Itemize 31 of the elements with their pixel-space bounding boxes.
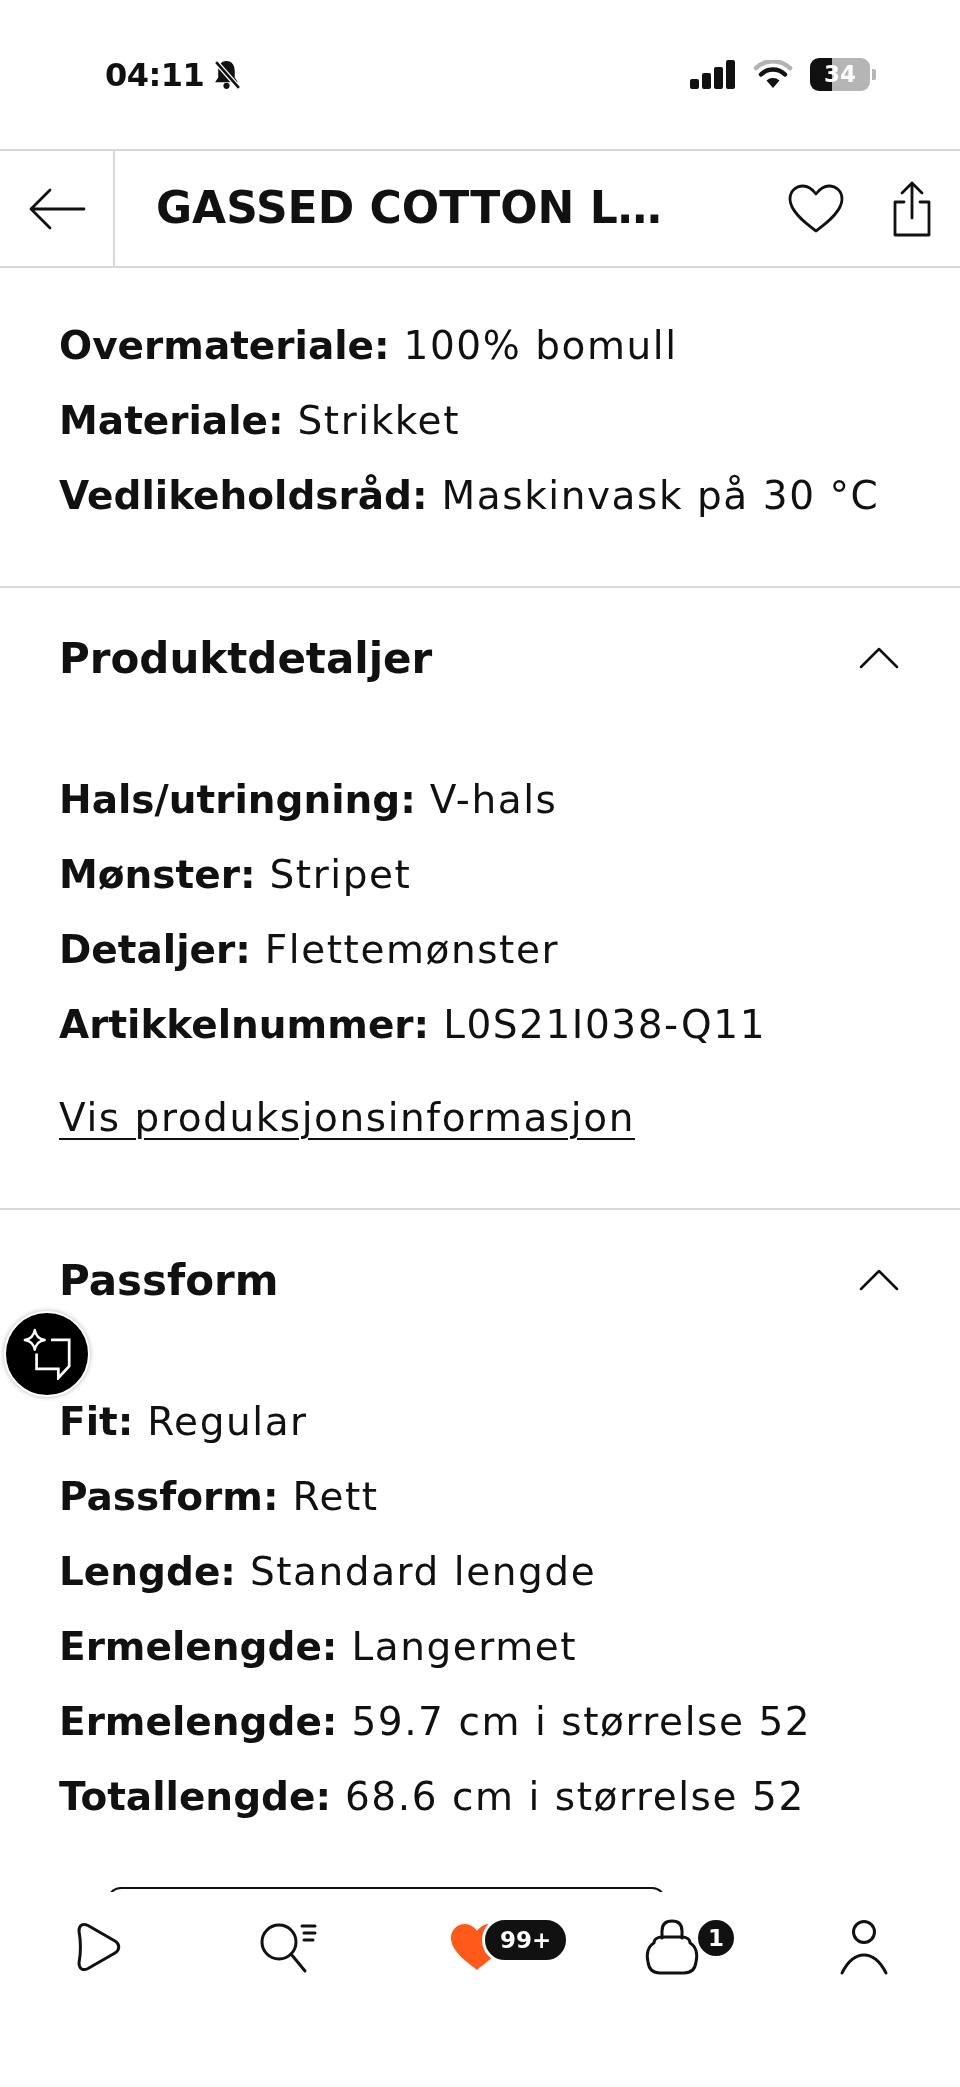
count-badge: 1 <box>695 1917 737 1959</box>
status-time: 04:11 <box>105 58 205 91</box>
spec-line: Detaljer: Flettemønster <box>59 926 561 974</box>
spec-line: Lengde: Standard lengde <box>59 1548 598 1596</box>
heart-icon <box>787 183 845 234</box>
signal-icon <box>690 60 736 89</box>
bag-icon <box>644 1918 700 1976</box>
spec-line: Passform: Rett <box>59 1473 380 1521</box>
spec-line: Fit: Regular <box>59 1398 309 1446</box>
product-title: GASSED COTTON L… <box>156 182 663 235</box>
bell-slash-icon <box>212 59 243 90</box>
spec-line: Ermelengde: 59.7 cm i størrelse 52 <box>59 1698 813 1746</box>
spec-line: Overmateriale: 100% bomull <box>59 322 679 370</box>
nav-tab[interactable]: 1 <box>576 1918 768 1976</box>
section-toggle[interactable]: Produktdetaljer <box>59 628 899 688</box>
spec-line: Hals/utringning: V-hals <box>59 776 559 824</box>
spec-line: Artikkelnummer: L0S21I038-Q11 <box>59 1001 768 1049</box>
spec-line: Totallengde: 68.6 cm i størrelse 52 <box>59 1773 806 1821</box>
back-arrow-icon <box>27 186 86 231</box>
nav-tab[interactable]: 99+ <box>384 1918 576 1976</box>
spec-line: Vedlikeholdsråd: Maskinvask på 30 °C <box>59 472 881 520</box>
spec-line: Materiale: Strikket <box>59 397 461 445</box>
person-icon <box>839 1918 889 1976</box>
section-toggle[interactable]: Passform <box>59 1250 899 1310</box>
favorite-button[interactable] <box>787 183 845 234</box>
wifi-icon <box>753 60 793 89</box>
spec-line: Ermelengde: Langermet <box>59 1623 579 1671</box>
production-info-link[interactable]: Vis produksjonsinformasjon <box>59 1080 635 1155</box>
sparkle-chat-icon <box>23 1328 71 1380</box>
spec-line: Mønster: Stripet <box>59 851 413 899</box>
assistant-button[interactable] <box>4 1311 90 1397</box>
